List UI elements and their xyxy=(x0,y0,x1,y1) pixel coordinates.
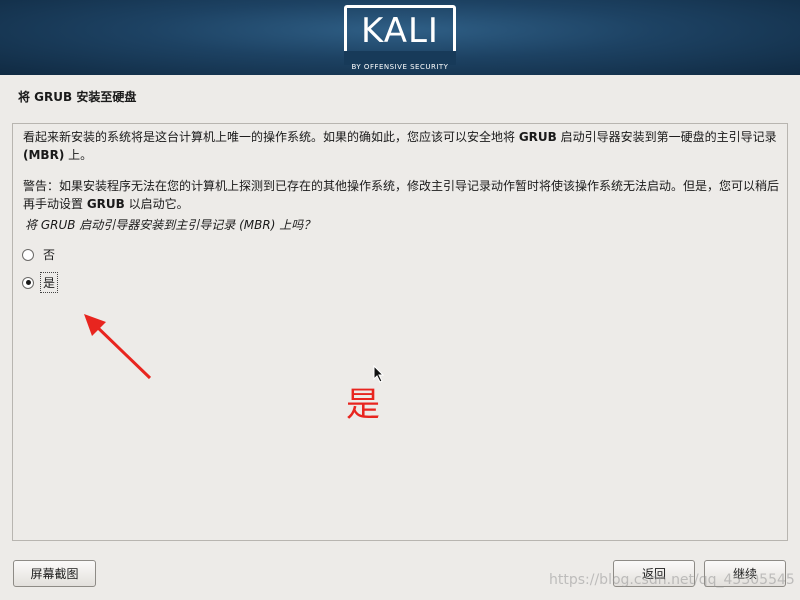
mouse-cursor-icon xyxy=(373,365,385,383)
option-yes[interactable]: 是 xyxy=(22,272,59,293)
red-arrow-annotation xyxy=(84,314,152,380)
logo-subtext: BY OFFENSIVE SECURITY xyxy=(351,63,449,71)
annotation-text: 是 xyxy=(346,385,380,425)
logo-text: KALI xyxy=(361,11,439,51)
radio-no[interactable] xyxy=(22,248,34,261)
warning-paragraph: 警告：如果安装程序无法在您的计算机上探测到已存在的其他操作系统，修改主引导记录动… xyxy=(23,179,780,211)
screenshot-button[interactable]: 屏幕截图 xyxy=(13,560,96,587)
header-banner: KALI BY OFFENSIVE SECURITY xyxy=(0,0,800,75)
radio-yes[interactable] xyxy=(22,276,34,289)
option-yes-label[interactable]: 是 xyxy=(39,272,59,293)
option-no-label[interactable]: 否 xyxy=(41,245,57,264)
kali-logo: KALI BY OFFENSIVE SECURITY xyxy=(344,5,456,73)
watermark: https://blog.csdn.net/qq_45305545 xyxy=(549,572,795,588)
info-paragraph: 看起来新安装的系统将是这台计算机上唯一的操作系统。如果的确如此，您应该可以安全地… xyxy=(23,130,777,162)
option-no[interactable]: 否 xyxy=(22,245,57,264)
question-text: 将 GRUB 启动引导器安装到主引导记录 (MBR) 上吗？ xyxy=(25,218,316,232)
page-title: 将 GRUB 安装至硬盘 xyxy=(18,90,137,104)
